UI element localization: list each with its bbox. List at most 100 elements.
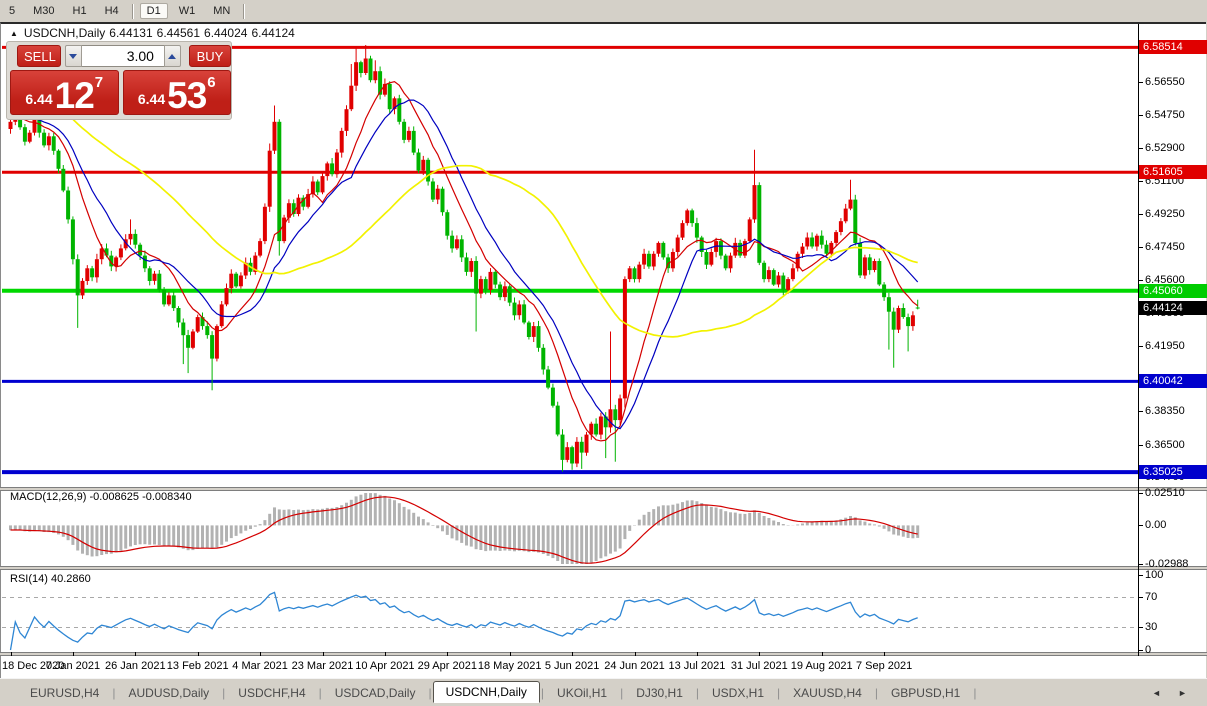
date-label: 13 Jul 2021 bbox=[668, 660, 725, 672]
macd-tick-mark bbox=[1138, 564, 1143, 565]
tab-usdx-h1[interactable]: USDX,H1 bbox=[700, 683, 776, 703]
date-tick-mark bbox=[759, 652, 760, 656]
buy-pipette: 6 bbox=[207, 74, 215, 91]
date-tick-mark bbox=[510, 652, 511, 656]
price-tick-mark bbox=[1138, 247, 1143, 248]
price-tick-label: 6.41950 bbox=[1145, 340, 1185, 352]
tab-ukoil-h1[interactable]: UKOil,H1 bbox=[545, 683, 619, 703]
buy-button[interactable]: BUY bbox=[189, 45, 231, 67]
macd-label: MACD(12,26,9) -0.008625 -0.008340 bbox=[10, 491, 192, 503]
tab-audusd-daily[interactable]: AUDUSD,Daily bbox=[116, 683, 221, 703]
price-badge: 6.40042 bbox=[1139, 374, 1207, 388]
tabs-scroll-left-button[interactable]: ◄ bbox=[1152, 688, 1161, 698]
ohlc-open: 6.44131 bbox=[109, 26, 152, 40]
date-label: 31 Jul 2021 bbox=[731, 660, 788, 672]
tab-eurusd-h4[interactable]: EURUSD,H4 bbox=[18, 683, 111, 703]
chevron-down-icon bbox=[69, 54, 77, 59]
date-tick-mark bbox=[385, 652, 386, 656]
timeframe-H4[interactable]: H4 bbox=[98, 3, 126, 19]
date-label: 5 Jun 2021 bbox=[545, 660, 599, 672]
rsi-tick-mark bbox=[1138, 627, 1143, 628]
chart-title: ▲USDCNH,Daily6.441316.445616.440246.4412… bbox=[10, 26, 299, 40]
price-tick-label: 6.36500 bbox=[1145, 439, 1185, 451]
tab-usdcad-daily[interactable]: USDCAD,Daily bbox=[323, 683, 428, 703]
collapse-panel-icon[interactable]: ▲ bbox=[10, 29, 18, 38]
date-tick-mark bbox=[323, 652, 324, 656]
date-label: 13 Feb 2021 bbox=[167, 660, 229, 672]
price-tick-label: 6.54750 bbox=[1145, 109, 1185, 121]
price-axis-border bbox=[1138, 24, 1139, 656]
price-tick-mark bbox=[1138, 148, 1143, 149]
price-tick-mark bbox=[1138, 280, 1143, 281]
date-tick-mark bbox=[697, 652, 698, 656]
tabs-scroll-right-button[interactable]: ► bbox=[1178, 688, 1187, 698]
rsi-splitter[interactable] bbox=[0, 566, 1207, 570]
date-tick-mark bbox=[73, 652, 74, 656]
date-tick-mark bbox=[822, 652, 823, 656]
tab-separator: | bbox=[222, 686, 225, 700]
buy-price-display[interactable]: 6.44 53 6 bbox=[123, 70, 232, 115]
timeframe-M30[interactable]: M30 bbox=[26, 3, 61, 19]
volume-input[interactable] bbox=[82, 45, 164, 67]
sell-price-display[interactable]: 6.44 12 7 bbox=[10, 70, 119, 115]
date-label: 24 Jun 2021 bbox=[604, 660, 665, 672]
tab-separator: | bbox=[428, 686, 431, 700]
price-tick-mark bbox=[1138, 82, 1143, 83]
chart-area bbox=[0, 22, 1206, 680]
toolbar-separator bbox=[132, 4, 134, 19]
macd-tick-label: 0.02510 bbox=[1145, 487, 1185, 499]
timeframe-D1[interactable]: D1 bbox=[140, 3, 168, 19]
tab-dj30-h1[interactable]: DJ30,H1 bbox=[624, 683, 695, 703]
macd-tick-mark bbox=[1138, 525, 1143, 526]
volume-decrease-button[interactable] bbox=[65, 45, 82, 67]
timeframe-W1[interactable]: W1 bbox=[172, 3, 203, 19]
date-tick-mark bbox=[447, 652, 448, 656]
one-click-trading-panel: SELL BUY 6.44 12 7 6.44 53 6 bbox=[6, 41, 232, 120]
sell-pipette: 7 bbox=[95, 74, 103, 91]
date-label: 29 Apr 2021 bbox=[418, 660, 477, 672]
tab-usdchf-h4[interactable]: USDCHF,H4 bbox=[226, 683, 317, 703]
tab-gbpusd-h1[interactable]: GBPUSD,H1 bbox=[879, 683, 972, 703]
price-tick-label: 6.56550 bbox=[1145, 76, 1185, 88]
volume-increase-button[interactable] bbox=[164, 45, 181, 67]
rsi-label: RSI(14) 40.2860 bbox=[10, 573, 91, 585]
tabs-host: EURUSD,H4|AUDUSD,Daily|USDCHF,H4|USDCAD,… bbox=[18, 682, 977, 704]
date-tick-mark bbox=[260, 652, 261, 656]
chevron-up-icon bbox=[168, 54, 176, 59]
price-tick-label: 6.52900 bbox=[1145, 142, 1185, 154]
price-badge: 6.35025 bbox=[1139, 465, 1207, 479]
rsi-tick-mark bbox=[1138, 650, 1143, 651]
chart-tabs-bar: EURUSD,H4|AUDUSD,Daily|USDCHF,H4|USDCAD,… bbox=[0, 678, 1207, 706]
tab-separator: | bbox=[620, 686, 623, 700]
sell-pips: 12 bbox=[55, 81, 94, 111]
rsi-tick-label: 0 bbox=[1145, 644, 1151, 656]
tab-separator: | bbox=[112, 686, 115, 700]
ohlc-high: 6.44561 bbox=[157, 26, 200, 40]
price-tick-mark bbox=[1138, 445, 1143, 446]
tab-xauusd-h4[interactable]: XAUUSD,H4 bbox=[781, 683, 874, 703]
date-tick-mark bbox=[635, 652, 636, 656]
date-axis-splitter bbox=[0, 652, 1207, 656]
timeframe-H1[interactable]: H1 bbox=[66, 3, 94, 19]
rsi-tick-mark bbox=[1138, 575, 1143, 576]
price-tick-mark bbox=[1138, 346, 1143, 347]
date-tick-mark bbox=[884, 652, 885, 656]
price-badge: 6.44124 bbox=[1139, 301, 1207, 315]
date-label: 18 May 2021 bbox=[478, 660, 542, 672]
price-tick-label: 6.49250 bbox=[1145, 208, 1185, 220]
date-tick-mark bbox=[11, 652, 12, 656]
tab-separator: | bbox=[696, 686, 699, 700]
tab-separator: | bbox=[319, 686, 322, 700]
chart-symbol-label: USDCNH,Daily bbox=[24, 26, 105, 40]
tab-usdcnh-daily[interactable]: USDCNH,Daily bbox=[433, 681, 540, 703]
sell-button[interactable]: SELL bbox=[17, 45, 61, 67]
date-label: 7 Jan 2021 bbox=[46, 660, 100, 672]
timeframe-5[interactable]: 5 bbox=[2, 3, 22, 19]
price-tick-label: 6.38350 bbox=[1145, 405, 1185, 417]
date-label: 4 Mar 2021 bbox=[232, 660, 288, 672]
timeframe-MN[interactable]: MN bbox=[206, 3, 237, 19]
price-tick-label: 6.47450 bbox=[1145, 241, 1185, 253]
date-tick-mark bbox=[135, 652, 136, 656]
price-badge: 6.51605 bbox=[1139, 165, 1207, 179]
toolbar-separator bbox=[243, 4, 245, 19]
